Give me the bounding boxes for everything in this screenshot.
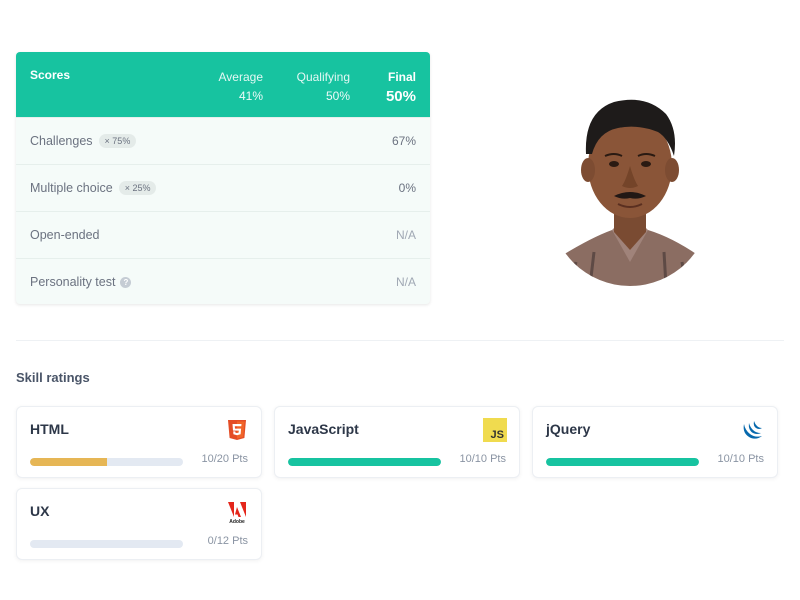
score-row-multiple-choice: Multiple choice × 25% 0% <box>16 164 430 211</box>
skill-points: 10/10 Pts <box>459 453 506 465</box>
score-row-value: N/A <box>395 228 416 242</box>
skill-card-javascript: JavaScript JS 10/10 Pts <box>274 406 520 478</box>
score-row-personality-test: Personality test ? N/A <box>16 258 430 304</box>
average-label: Average <box>218 70 263 84</box>
score-row-value: N/A <box>395 275 416 289</box>
section-divider <box>16 340 784 341</box>
skill-card-ux: UX Adobe 0/12 Pts <box>16 488 262 560</box>
skill-points: 10/20 Pts <box>201 453 248 465</box>
scores-card: Scores Average 41% Qualifying 50% Final … <box>16 52 430 304</box>
skill-progress-fill <box>30 458 107 466</box>
scores-title: Scores <box>30 68 71 82</box>
svg-text:JS: JS <box>491 429 504 441</box>
skill-card-jquery: jQuery 10/10 Pts <box>532 406 778 478</box>
score-row-open-ended: Open-ended N/A <box>16 211 430 258</box>
skill-card-html: HTML 10/20 Pts <box>16 406 262 478</box>
skill-name: HTML <box>30 421 69 437</box>
help-icon[interactable]: ? <box>120 276 132 288</box>
final-value: 50% <box>385 88 416 105</box>
skill-progress-bar <box>30 540 183 548</box>
score-row-label: Personality test <box>30 275 116 289</box>
weight-badge: × 75% <box>98 134 137 148</box>
candidate-avatar <box>550 62 710 286</box>
javascript-icon: JS <box>483 418 507 442</box>
score-row-label: Multiple choice <box>30 181 113 195</box>
html5-icon <box>228 420 246 440</box>
score-row-value: 67% <box>391 134 416 148</box>
skill-progress-fill <box>546 458 699 466</box>
svg-text:Adobe: Adobe <box>229 519 245 524</box>
skill-name: jQuery <box>546 421 591 437</box>
final-label: Final <box>387 70 416 84</box>
qualifying-value: 50% <box>325 89 350 103</box>
average-column: Average 41% <box>219 68 263 106</box>
skill-progress-fill <box>288 458 441 466</box>
average-value: 41% <box>238 89 263 103</box>
skill-progress-bar <box>546 458 699 466</box>
jquery-icon <box>743 421 762 439</box>
skill-progress-bar <box>30 458 183 466</box>
qualifying-column: Qualifying 50% <box>297 68 350 106</box>
score-row-label: Open-ended <box>30 228 100 242</box>
skill-points: 10/10 Pts <box>717 453 764 465</box>
skill-ratings-title: Skill ratings <box>16 370 90 385</box>
skill-progress-bar <box>288 458 441 466</box>
weight-badge: × 25% <box>118 181 157 195</box>
skill-name: UX <box>30 503 50 519</box>
score-row-value: 0% <box>398 181 416 195</box>
avatar-photo <box>550 99 710 286</box>
score-row-label: Challenges <box>30 134 93 148</box>
score-row-challenges: Challenges × 75% 67% <box>16 117 430 164</box>
skill-name: JavaScript <box>288 421 359 437</box>
scores-header: Scores Average 41% Qualifying 50% Final … <box>16 52 430 117</box>
adobe-icon: Adobe <box>228 502 246 524</box>
final-column: Final 50% <box>386 68 416 106</box>
qualifying-label: Qualifying <box>296 70 350 84</box>
skill-points: 0/12 Pts <box>207 535 248 547</box>
